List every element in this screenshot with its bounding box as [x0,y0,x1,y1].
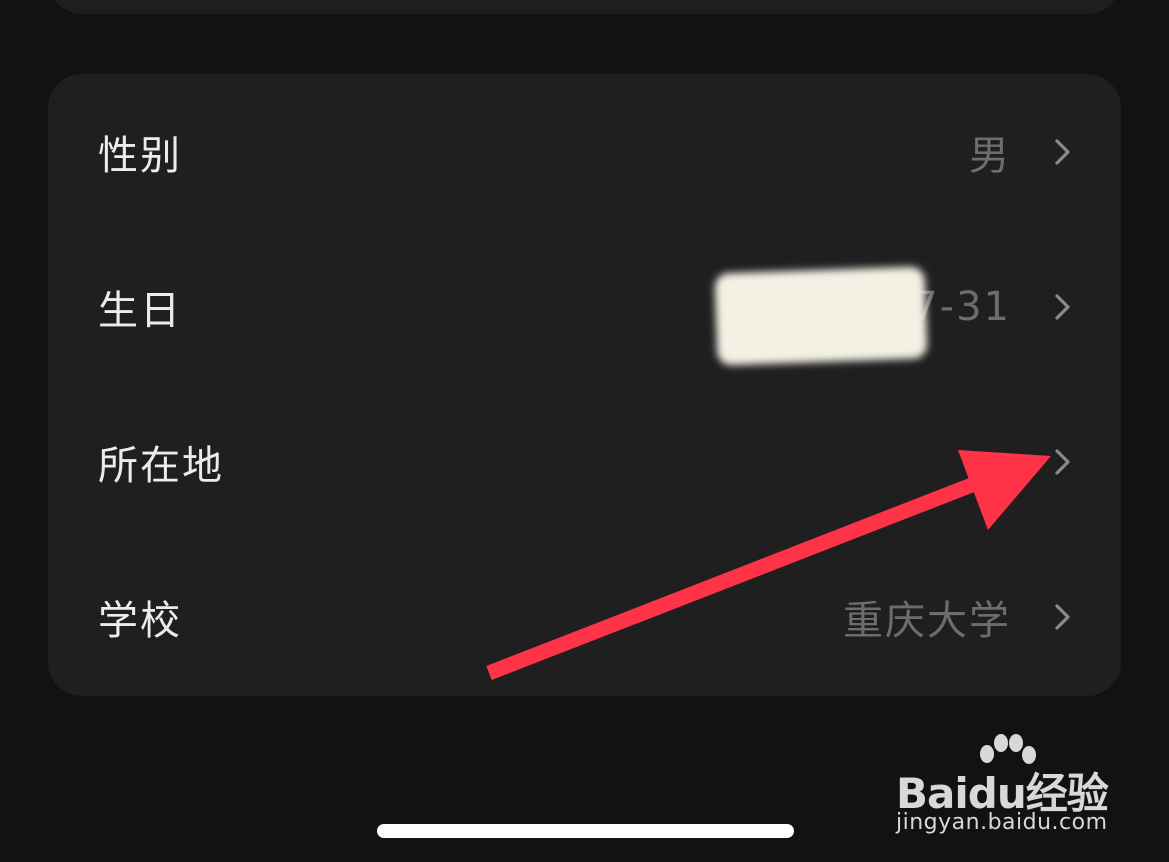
gender-label: 性别 [98,132,182,179]
previous-settings-card [48,0,1121,14]
birthday-label: 生日 [98,287,182,334]
location-label: 所在地 [98,442,224,489]
profile-settings-card: 性别 男 生日 1985-07-31 所在地 学校 重庆大学 [48,74,1121,696]
watermark-url: jingyan.baidu.com [896,810,1108,835]
chevron-right-icon [1055,293,1070,320]
home-indicator[interactable] [377,824,794,838]
gender-row[interactable]: 性别 男 [48,74,1121,229]
redaction-blur [714,266,928,366]
gender-value: 男 [969,132,1011,179]
school-label: 学校 [98,597,182,644]
chevron-right-icon [1055,138,1070,165]
chevron-right-icon [1055,448,1070,475]
chevron-right-icon [1055,603,1070,630]
school-row[interactable]: 学校 重庆大学 [48,539,1121,694]
school-value: 重庆大学 [843,597,1011,644]
birthday-row[interactable]: 生日 1985-07-31 [48,229,1121,384]
location-row[interactable]: 所在地 [48,384,1121,539]
baidu-jingyan-watermark: Baidu经验 jingyan.baidu.com [896,734,1112,844]
